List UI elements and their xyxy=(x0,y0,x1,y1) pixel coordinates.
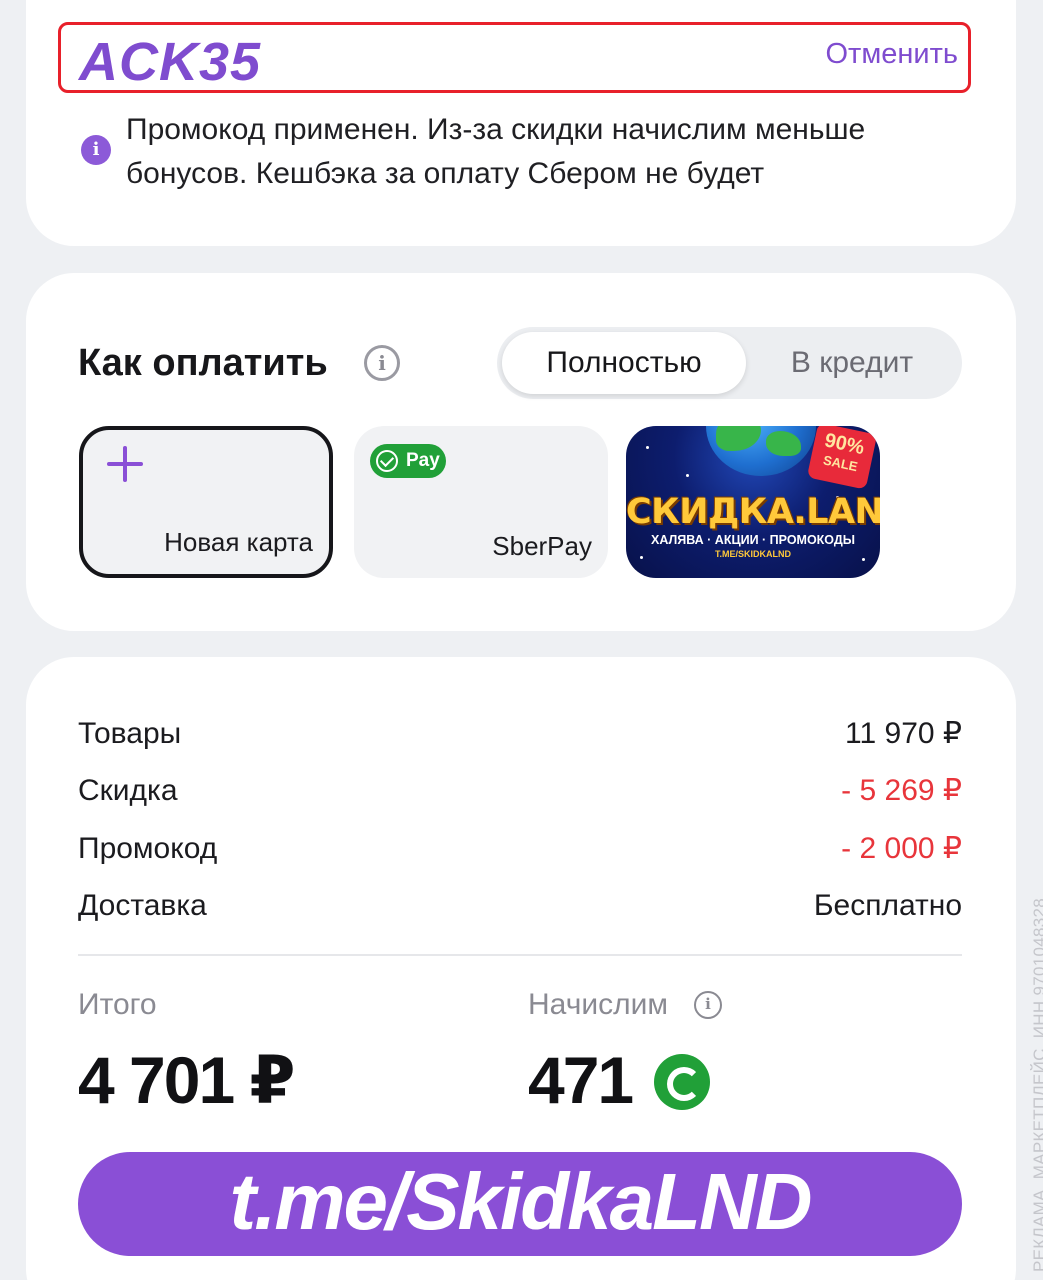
summary-value: 11 970 ₽ xyxy=(845,717,962,750)
sberpay-tile[interactable]: Pay SberPay xyxy=(354,426,608,578)
summary-value: Бесплатно xyxy=(813,889,962,922)
payment-title: Как оплатить xyxy=(78,342,328,384)
summary-row-discount: Скидка - 5 269 ₽ xyxy=(78,771,962,811)
toggle-credit-payment[interactable]: В кредит xyxy=(752,332,952,394)
total-value: 4 701 ₽ xyxy=(78,1043,295,1117)
sberpay-logo: Pay xyxy=(370,444,446,478)
summary-row-delivery: Доставка Бесплатно xyxy=(78,886,962,926)
promo-code-value: ACK35 xyxy=(79,32,262,92)
summary-value: - 5 269 ₽ xyxy=(841,774,962,807)
bonus-label: Начислим xyxy=(528,988,668,1021)
new-card-label: Новая карта xyxy=(164,527,313,557)
summary-divider xyxy=(78,954,962,956)
ad-title: СКИДКА.LAND xyxy=(626,492,880,532)
ad-link: T.ME/SKIDKALND xyxy=(715,549,791,559)
summary-row-goods: Товары 11 970 ₽ xyxy=(78,714,962,754)
telegram-link-button[interactable]: t.me/SkidkaLND xyxy=(78,1152,962,1256)
bonus-value: 471 xyxy=(528,1043,634,1117)
checkout-page: ACK35 Отменить i Промокод применен. Из-з… xyxy=(0,0,1043,1280)
bonus-info-icon[interactable]: i xyxy=(694,991,722,1019)
ad-star xyxy=(686,474,689,477)
ad-disclaimer: РЕКЛАМА. МАРКЕТПЛЕЙС, ИНН 9701048328 xyxy=(1030,898,1043,1272)
new-card-tile[interactable]: Новая карта xyxy=(79,426,333,578)
summary-label: Промокод xyxy=(78,832,218,865)
sberpay-badge-text: Pay xyxy=(406,450,440,471)
total-label: Итого xyxy=(78,988,157,1021)
summary-label: Товары xyxy=(78,717,182,750)
telegram-link-text: t.me/SkidkaLND xyxy=(229,1157,812,1246)
promo-applied-note: Промокод применен. Из-за скидки начислим… xyxy=(126,113,866,190)
skidka-land-ad-tile[interactable]: 90% SALE СКИДКА.LAND ХАЛЯВА · АКЦИИ · ПР… xyxy=(626,426,880,578)
toggle-full-payment[interactable]: Полностью xyxy=(502,332,746,394)
globe-mascot-icon xyxy=(706,426,816,476)
promo-code-field[interactable]: ACK35 Отменить xyxy=(58,22,971,93)
payment-mode-toggle: Полностью В кредит xyxy=(497,327,962,399)
summary-label: Доставка xyxy=(78,889,207,922)
ad-star xyxy=(646,446,649,449)
payment-info-icon[interactable]: i xyxy=(364,345,400,381)
summary-row-promocode: Промокод - 2 000 ₽ xyxy=(78,829,962,869)
ad-subtitle: ХАЛЯВА · АКЦИИ · ПРОМОКОДЫ xyxy=(650,533,856,547)
sber-check-icon xyxy=(376,450,398,472)
summary-label: Скидка xyxy=(78,774,178,807)
cancel-promo-button[interactable]: Отменить xyxy=(825,38,958,71)
summary-value: - 2 000 ₽ xyxy=(841,832,962,865)
sberpay-label: SberPay xyxy=(492,531,592,561)
plus-icon xyxy=(105,444,145,484)
sber-bonus-icon xyxy=(654,1054,710,1110)
info-icon: i xyxy=(81,135,111,165)
sale-tag-icon: 90% SALE xyxy=(806,426,878,490)
